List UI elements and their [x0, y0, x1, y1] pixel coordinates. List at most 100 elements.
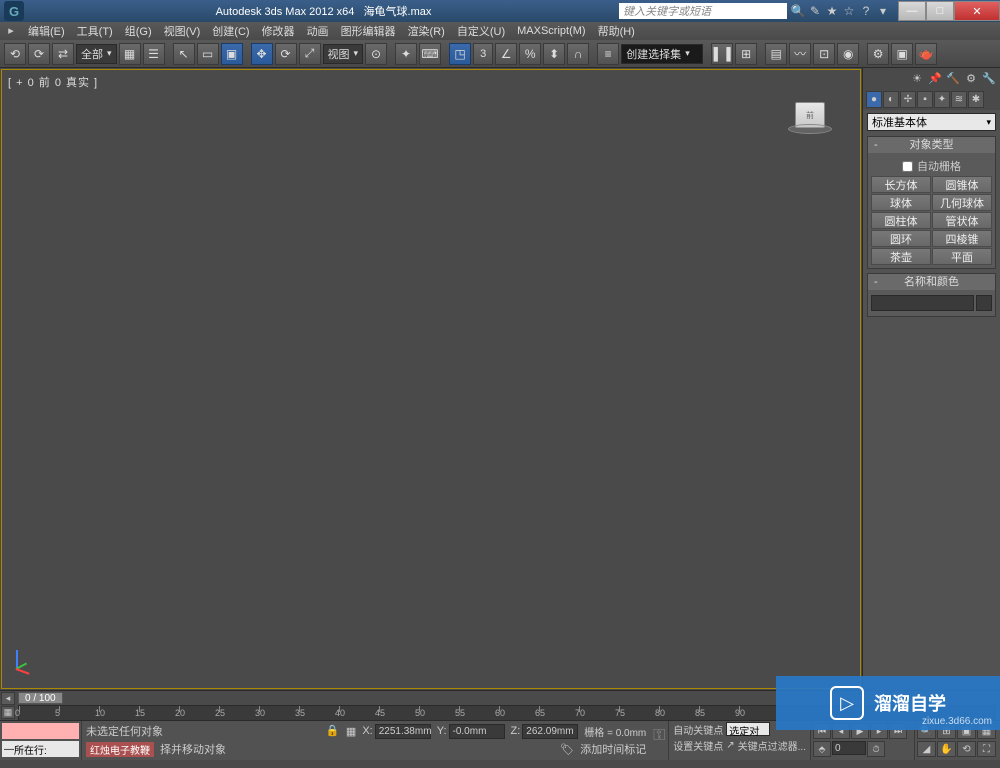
app-menu-icon[interactable]: ▸	[2, 22, 20, 38]
help-search-input[interactable]: 键入关键字或短语	[619, 3, 787, 19]
render-setup-icon[interactable]: ⚙	[867, 43, 889, 65]
auto-key-button[interactable]: 自动关键点	[673, 722, 723, 737]
curve-editor-icon[interactable]: 〰	[789, 43, 811, 65]
toolbox-icon[interactable]: ✎	[808, 4, 822, 18]
render-frame-icon[interactable]: ▣	[891, 43, 913, 65]
search-icon[interactable]: 🔍	[791, 4, 805, 18]
snap-2d-icon[interactable]: ◳	[449, 43, 471, 65]
pin-icon[interactable]: 📌	[927, 70, 943, 86]
tab-lights-icon[interactable]: ✢	[900, 91, 916, 108]
tab-cameras-icon[interactable]: ▪	[917, 91, 933, 108]
angle-snap-icon[interactable]: ∠	[495, 43, 517, 65]
btn-pyramid[interactable]: 四棱锥	[932, 230, 992, 247]
y-input[interactable]: -0.0mm	[449, 724, 505, 739]
rollout-header-namecolor[interactable]: -名称和颜色	[868, 274, 995, 290]
menu-animation[interactable]: 动画	[301, 23, 335, 39]
key-mode-toggle[interactable]: ⬘	[813, 741, 831, 757]
btn-cone[interactable]: 圆锥体	[932, 176, 992, 193]
btn-tube[interactable]: 管状体	[932, 212, 992, 229]
btn-box[interactable]: 长方体	[871, 176, 931, 193]
btn-torus[interactable]: 圆环	[871, 230, 931, 247]
wrench-icon[interactable]: 🔧	[981, 70, 997, 86]
view-cube[interactable]: 前	[788, 98, 832, 142]
scale-icon[interactable]: ⤢	[299, 43, 321, 65]
edit-named-icon[interactable]: ≡	[597, 43, 619, 65]
magnet-icon[interactable]: ∩	[567, 43, 589, 65]
gear-icon[interactable]: ⚙	[963, 70, 979, 86]
menu-help[interactable]: 帮助(H)	[592, 23, 641, 39]
z-input[interactable]: 262.09mm	[522, 724, 578, 739]
selection-filter[interactable]: 全部▾	[76, 44, 117, 64]
auto-grid-checkbox[interactable]	[902, 161, 913, 172]
script-listener[interactable]	[2, 723, 79, 739]
btn-teapot[interactable]: 茶壶	[871, 248, 931, 265]
x-input[interactable]: 2251.38mm	[375, 724, 431, 739]
maximize-button[interactable]: □	[926, 1, 954, 21]
snap-3d-icon[interactable]: 3	[473, 43, 493, 65]
menu-edit[interactable]: 编辑(E)	[22, 23, 71, 39]
time-slider[interactable]: 0 / 100	[18, 692, 63, 704]
manipulate-icon[interactable]: ✦	[395, 43, 417, 65]
menu-create[interactable]: 创建(C)	[206, 23, 255, 39]
viewport[interactable]: [ + 0 前 0 真实 ] 前	[1, 69, 861, 689]
spinner-snap-icon[interactable]: ⬍	[543, 43, 565, 65]
current-frame-input[interactable]: 0	[832, 741, 866, 755]
menu-views[interactable]: 视图(V)	[158, 23, 207, 39]
minimize-button[interactable]: —	[898, 1, 926, 21]
pan-icon[interactable]: ✋	[937, 741, 956, 757]
tab-shapes-icon[interactable]: ◐	[883, 91, 899, 108]
menu-rendering[interactable]: 渲染(R)	[402, 23, 451, 39]
key-mode-icon[interactable]: ⚿	[650, 721, 668, 751]
light-icon[interactable]: ☀	[909, 70, 925, 86]
hammer-icon[interactable]: 🔨	[945, 70, 961, 86]
app-icon[interactable]: G	[4, 1, 24, 21]
mirror-icon[interactable]: ▌▐	[711, 43, 733, 65]
category-dropdown[interactable]: 标准基本体▾	[867, 113, 996, 131]
menu-customize[interactable]: 自定义(U)	[451, 23, 511, 39]
favorite-icon[interactable]: ★	[825, 4, 839, 18]
align-icon[interactable]: ⊞	[735, 43, 757, 65]
viewport-label[interactable]: [ + 0 前 0 真实 ]	[8, 74, 98, 90]
btn-plane[interactable]: 平面	[932, 248, 992, 265]
menu-maxscript[interactable]: MAXScript(M)	[511, 25, 591, 37]
close-button[interactable]: ✕	[954, 1, 1000, 21]
schematic-icon[interactable]: ⊡	[813, 43, 835, 65]
select-object-icon[interactable]: ▦	[119, 43, 141, 65]
menu-tools[interactable]: 工具(T)	[71, 23, 119, 39]
link-icon[interactable]: ⇄	[52, 43, 74, 65]
object-name-input[interactable]	[871, 295, 974, 311]
tab-systems-icon[interactable]: ✱	[968, 91, 984, 108]
keyboard-icon[interactable]: ⌨	[419, 43, 441, 65]
max-toggle-icon[interactable]: ⛶	[977, 741, 996, 757]
move-icon[interactable]: ✥	[251, 43, 273, 65]
timeline-btn-1[interactable]: ◂	[1, 692, 15, 705]
fov-icon[interactable]: ◢	[917, 741, 936, 757]
tab-helpers-icon[interactable]: ✦	[934, 91, 950, 108]
time-tag-icon[interactable]: 🏷	[560, 743, 574, 756]
btn-sphere[interactable]: 球体	[871, 194, 931, 211]
object-color-swatch[interactable]	[976, 295, 992, 311]
undo-icon[interactable]: ⟲	[4, 43, 26, 65]
key-filter-icon[interactable]: ↗	[726, 740, 734, 751]
redo-icon[interactable]: ⟳	[28, 43, 50, 65]
render-icon[interactable]: 🫖	[915, 43, 937, 65]
pivot-icon[interactable]: ⊙	[365, 43, 387, 65]
named-selection-sets[interactable]: 创建选择集▾	[621, 44, 703, 64]
rotate-icon[interactable]: ⟳	[275, 43, 297, 65]
set-key-button[interactable]: 设置关键点	[673, 738, 723, 753]
btn-geosphere[interactable]: 几何球体	[932, 194, 992, 211]
material-editor-icon[interactable]: ◉	[837, 43, 859, 65]
time-config-icon[interactable]: ⏱	[867, 741, 885, 757]
dropdown-icon[interactable]: ▾	[876, 4, 890, 18]
select-region-icon[interactable]: ▭	[197, 43, 219, 65]
timeline-btn-2[interactable]: ▦	[1, 706, 15, 719]
layers-icon[interactable]: ▤	[765, 43, 787, 65]
lock-icon[interactable]: 🔒	[326, 724, 340, 738]
tab-geometry-icon[interactable]: ●	[866, 91, 882, 108]
menu-grapheditors[interactable]: 图形编辑器	[335, 23, 402, 39]
btn-cylinder[interactable]: 圆柱体	[871, 212, 931, 229]
select-name-icon[interactable]: ☰	[143, 43, 165, 65]
tab-spacewarps-icon[interactable]: ≋	[951, 91, 967, 108]
rollout-header-objtype[interactable]: -对象类型	[868, 137, 995, 153]
key-filters-button[interactable]: 关键点过滤器...	[738, 738, 806, 753]
